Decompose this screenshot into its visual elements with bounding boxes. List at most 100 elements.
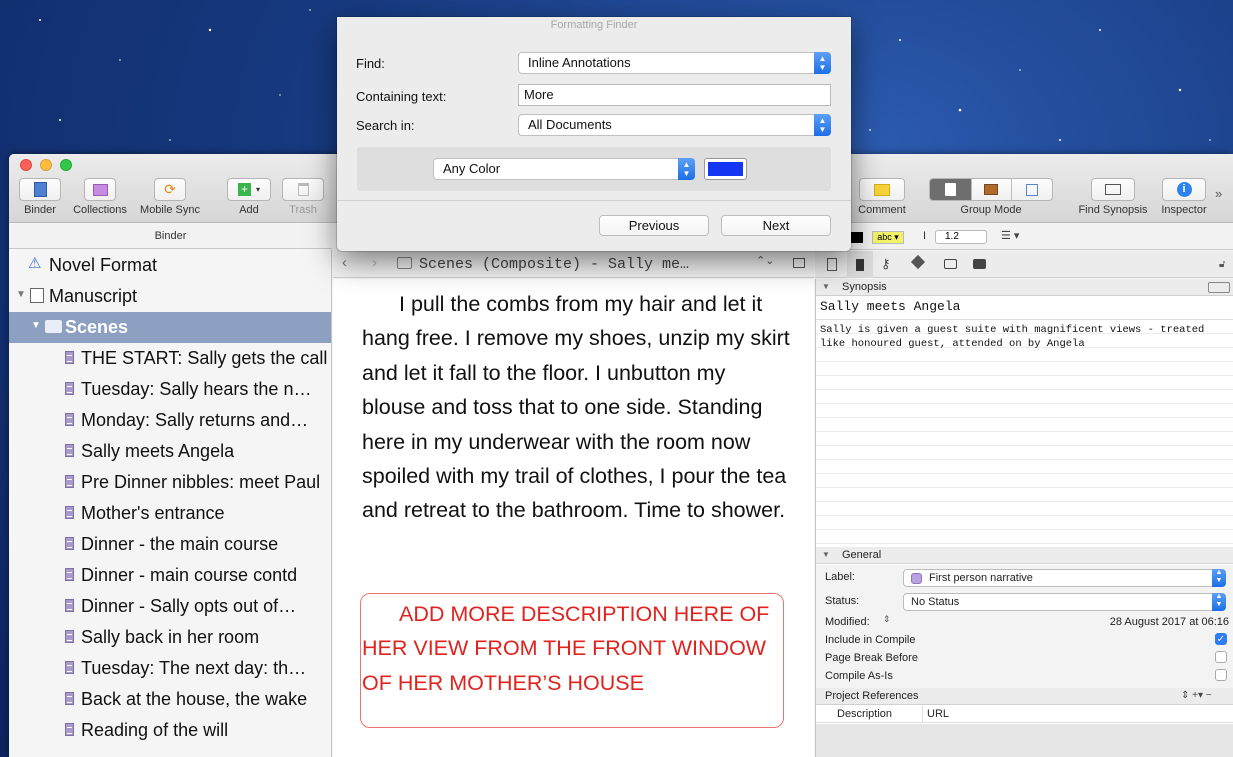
dialog-separator (337, 200, 851, 201)
up-down-arrows-icon[interactable]: ⌃⌄ (756, 254, 774, 267)
binder-item-scene[interactable]: Mother's entrance (9, 498, 331, 529)
snapshots-camera-icon[interactable] (944, 259, 957, 269)
sync-icon: ⟳ (164, 181, 176, 197)
zoom-window-button[interactable] (60, 159, 72, 171)
popup-arrows-icon: ▲ ▼ (1212, 593, 1226, 611)
trash-toolbar-button[interactable]: Trash (281, 178, 325, 216)
find-synopsis-icon (1105, 184, 1121, 195)
back-arrow-icon[interactable]: ‹ (342, 254, 347, 271)
binder-item-scenes[interactable]: ▼ Scenes (9, 312, 331, 343)
page-break-before-checkbox[interactable] (1215, 651, 1227, 663)
text-color-swatch[interactable] (851, 232, 863, 243)
synopsis-section-header[interactable]: ▼ Synopsis (816, 279, 1233, 296)
close-window-button[interactable] (20, 159, 32, 171)
containing-text-input[interactable]: More (518, 84, 831, 106)
folder-icon (397, 257, 412, 269)
comment-icon (874, 183, 890, 196)
mobile-sync-toolbar-button[interactable]: ⟳ Mobile Sync (137, 178, 203, 216)
synopsis-text-area[interactable]: Sally is given a guest suite with magnif… (816, 320, 1233, 546)
formatting-finder-dialog: Formatting Finder Find: Inline Annotatio… (337, 17, 851, 251)
label-popup[interactable]: First person narrative ▲ ▼ (903, 569, 1226, 587)
document-icon (65, 661, 74, 674)
find-label: Find: (356, 56, 385, 71)
binder-item-scene[interactable]: Reading of the will (9, 715, 331, 746)
color-swatch (708, 162, 743, 176)
containing-text-label: Containing text: (356, 89, 447, 104)
disclosure-triangle-icon[interactable]: ▼ (822, 279, 830, 295)
popup-arrows-icon: ▲ ▼ (814, 52, 831, 74)
comment-toolbar-button[interactable]: Comment (855, 178, 909, 216)
line-spacing-field[interactable]: 1.2 (935, 230, 987, 244)
synopsis-mode-icon[interactable] (1208, 282, 1230, 293)
document-icon (65, 723, 74, 736)
forward-arrow-icon[interactable]: › (372, 254, 377, 271)
popup-arrows-icon: ▲ ▼ (1212, 569, 1226, 587)
binder-item-scene[interactable]: Sally back in her room (9, 622, 331, 653)
binder-toolbar-button[interactable]: Binder (18, 178, 62, 216)
disclosure-triangle-icon[interactable]: ▼ (822, 547, 830, 563)
modified-sort-icon[interactable]: ⇕ (883, 614, 891, 625)
editor-text-area[interactable]: I pull the combs from my hair and let it… (333, 279, 814, 757)
group-mode-control[interactable]: Group Mode (929, 178, 1053, 216)
editor-header-bar: ‹ › Scenes (Composite) - Sally me… ⌃⌄ (333, 250, 814, 278)
disclosure-triangle-icon[interactable]: ▼ (31, 320, 41, 331)
list-style-icon[interactable]: ☰ ▾ (1001, 229, 1019, 242)
binder-item-manuscript[interactable]: ▼ Manuscript (9, 281, 331, 312)
binder-item-scene[interactable]: Pre Dinner nibbles: meet Paul (9, 467, 331, 498)
corkboard-mode-icon[interactable] (970, 179, 1012, 200)
popup-arrows-icon: ▲ ▼ (814, 114, 831, 136)
document-icon (65, 351, 74, 364)
references-options-icons[interactable]: ⇕ +▾ − (1181, 688, 1212, 704)
toolbar-overflow-icon[interactable]: » (1215, 186, 1222, 201)
scrivenings-mode-icon[interactable] (930, 179, 971, 200)
metadata-key-icon[interactable]: ⚷ (881, 256, 891, 272)
keywords-tag-icon[interactable] (910, 254, 926, 270)
binder-item-scene[interactable]: Monday: Sally returns and… (9, 405, 331, 436)
binder-item-scene[interactable]: Tuesday: The next day: th… (9, 653, 331, 684)
binder-item-scene[interactable]: Sally meets Angela (9, 436, 331, 467)
status-popup[interactable]: No Status ▲ ▼ (903, 593, 1226, 611)
inspector-panel: ▼ Synopsis Sally meets Angela Sally is g… (815, 279, 1233, 757)
split-view-icon[interactable] (793, 258, 805, 268)
editor-body-text[interactable]: I pull the combs from my hair and let it… (362, 287, 792, 528)
binder-sidebar: ⚠ Novel Format ▼ Manuscript ▼ Scenes THE… (9, 250, 332, 757)
bookmarks-tab-icon[interactable] (847, 251, 873, 278)
inline-annotation-text[interactable]: ADD MORE DESCRIPTION HERE OF HER VIEW FR… (362, 597, 792, 700)
notes-tab-icon[interactable] (827, 258, 837, 271)
minimize-window-button[interactable] (40, 159, 52, 171)
find-synopsis-toolbar-button[interactable]: Find Synopsis (1075, 178, 1151, 216)
disclosure-triangle-icon[interactable]: ▼ (16, 289, 26, 300)
highlight-color-button[interactable]: abc ▾ (872, 231, 904, 244)
color-select[interactable]: Any Color ▲ ▼ (433, 158, 695, 180)
synopsis-title-field[interactable]: Sally meets Angela (820, 299, 960, 314)
outliner-mode-icon[interactable] (1011, 179, 1052, 200)
compile-as-is-checkbox[interactable] (1215, 669, 1227, 681)
format-bar: abc ▾ I 1.2 ☰ ▾ (815, 224, 1233, 250)
binder-item-novel-format[interactable]: ⚠ Novel Format (9, 250, 331, 281)
binder-item-scene[interactable]: Dinner - main course contd (9, 560, 331, 591)
dialog-title: Formatting Finder (550, 19, 638, 31)
include-in-compile-checkbox[interactable]: ✓ (1215, 633, 1227, 645)
add-toolbar-button[interactable]: + ▾ Add (227, 178, 271, 216)
chevron-down-icon: ▾ (255, 185, 260, 194)
color-well[interactable] (704, 158, 747, 180)
binder-item-scene[interactable]: Back at the house, the wake (9, 684, 331, 715)
lock-icon[interactable]: 🔓︎ (1219, 259, 1225, 270)
search-in-select[interactable]: All Documents ▲ ▼ (518, 114, 831, 136)
collections-toolbar-button[interactable]: Collections (70, 178, 130, 216)
find-type-select[interactable]: Inline Annotations ▲ ▼ (518, 52, 831, 74)
inspector-toolbar-button[interactable]: i Inspector (1157, 178, 1211, 216)
previous-button[interactable]: Previous (599, 215, 709, 236)
general-section-header[interactable]: ▼ General (816, 547, 1233, 564)
binder-item-scene[interactable]: Dinner - Sally opts out of… (9, 591, 331, 622)
next-button[interactable]: Next (721, 215, 831, 236)
comments-icon[interactable] (973, 259, 986, 269)
binder-header: Binder (9, 224, 332, 249)
binder-item-scene[interactable]: Dinner - the main course (9, 529, 331, 560)
project-references-header[interactable]: Project References ⇕ +▾ − (816, 688, 1233, 705)
document-icon (65, 599, 74, 612)
document-icon (65, 568, 74, 581)
binder-item-scene[interactable]: THE START: Sally gets the call (9, 343, 331, 374)
add-icon: + (237, 183, 251, 196)
binder-item-scene[interactable]: Tuesday: Sally hears the n… (9, 374, 331, 405)
